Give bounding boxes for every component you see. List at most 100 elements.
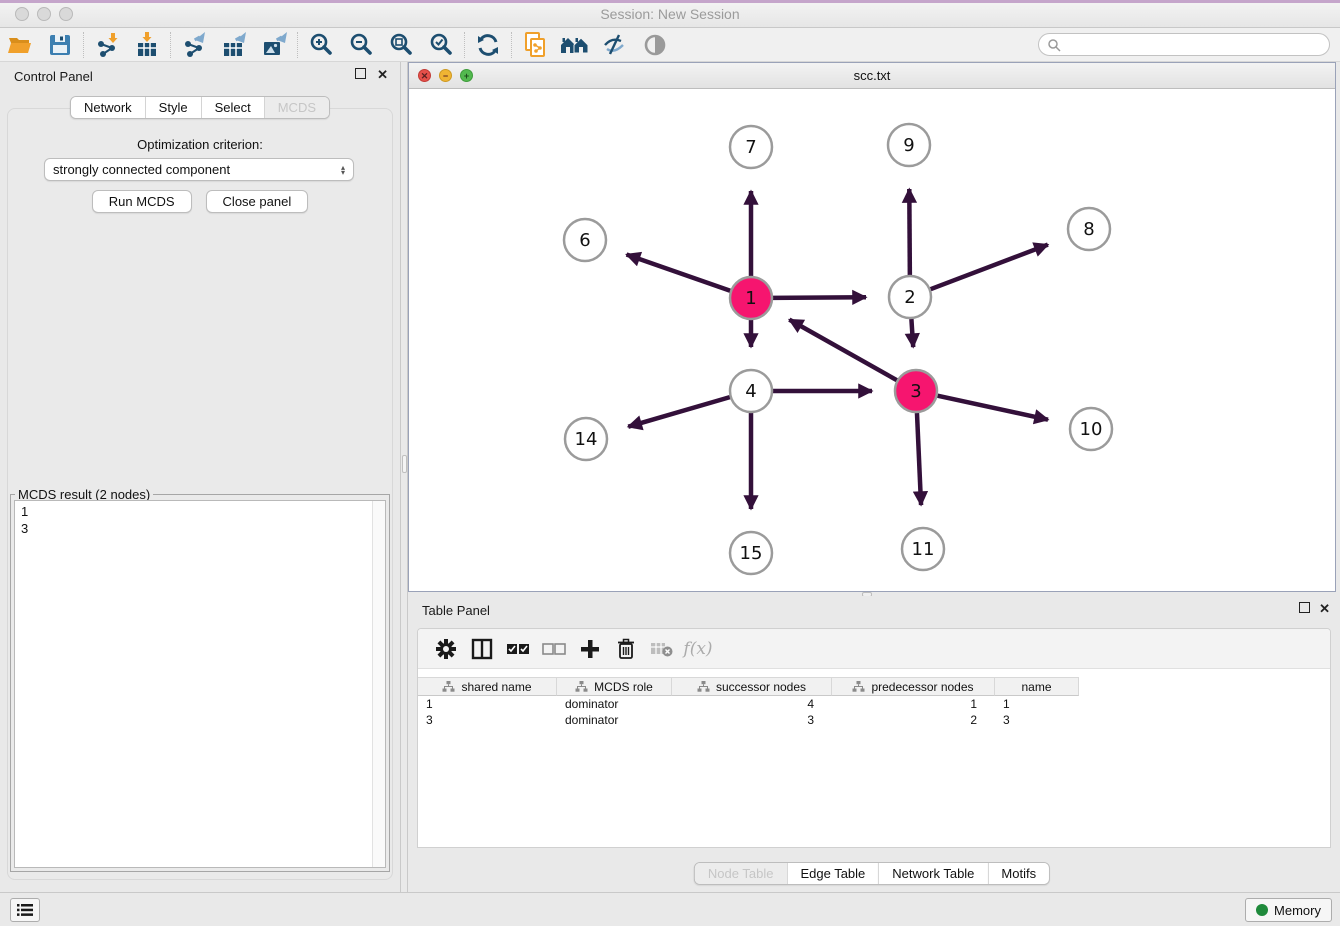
- column-header-name[interactable]: name: [995, 677, 1079, 696]
- column-header-MCDS-role[interactable]: MCDS role: [557, 677, 672, 696]
- main-toolbar: [0, 28, 1340, 62]
- hide-selected-icon[interactable]: [595, 30, 635, 60]
- import-network-icon[interactable]: [87, 30, 127, 60]
- cell-predecessor-nodes[interactable]: 2: [832, 712, 995, 728]
- graph-edge-2-9[interactable]: [909, 189, 910, 275]
- column-header-label: predecessor nodes: [871, 680, 973, 694]
- search-input[interactable]: [1066, 38, 1329, 52]
- add-column-icon[interactable]: [572, 634, 608, 664]
- delete-table-icon[interactable]: [644, 634, 680, 664]
- column-type-icon: [697, 680, 710, 693]
- tab-network[interactable]: Network: [71, 97, 145, 118]
- mcds-result-group: MCDS result (2 nodes) 13: [10, 494, 390, 872]
- tab-edge-table[interactable]: Edge Table: [786, 863, 878, 884]
- graph-node-14[interactable]: 14: [565, 418, 607, 460]
- graph-edge-3-11[interactable]: [917, 413, 921, 505]
- graph-node-11[interactable]: 11: [902, 528, 944, 570]
- select-all-icon[interactable]: [500, 634, 536, 664]
- column-header-shared-name[interactable]: shared name: [418, 677, 557, 696]
- graph-node-3[interactable]: 3: [895, 370, 937, 412]
- mcds-result-textarea[interactable]: 13: [14, 500, 386, 868]
- table-panel-tabs: Node TableEdge TableNetwork TableMotifs: [694, 862, 1050, 885]
- zoom-fit-icon[interactable]: [381, 30, 421, 60]
- cell-predecessor-nodes[interactable]: 1: [832, 696, 995, 712]
- deselect-all-icon[interactable]: [536, 634, 572, 664]
- result-scrollbar[interactable]: [372, 501, 385, 867]
- graph-node-6[interactable]: 6: [564, 219, 606, 261]
- graph-node-7[interactable]: 7: [730, 126, 772, 168]
- control-panel-title: Control Panel: [14, 69, 93, 84]
- export-network-icon[interactable]: [174, 30, 214, 60]
- import-table-icon[interactable]: [127, 30, 167, 60]
- graph-edge-1-6[interactable]: [627, 255, 731, 291]
- graph-edge-3-10[interactable]: [937, 396, 1048, 420]
- node-table-container: f(x) shared nameMCDS rolesuccessor nodes…: [417, 628, 1331, 848]
- tab-style[interactable]: Style: [145, 97, 201, 118]
- task-history-button[interactable]: [10, 898, 40, 922]
- columns-icon[interactable]: [464, 634, 500, 664]
- tab-select[interactable]: Select: [201, 97, 264, 118]
- graph-edge-1-2[interactable]: [773, 297, 866, 298]
- optimization-criterion-dropdown[interactable]: strongly connected component ▴▾: [44, 158, 354, 181]
- home-icon[interactable]: [555, 30, 595, 60]
- run-mcds-button[interactable]: Run MCDS: [92, 190, 192, 213]
- column-header-successor-nodes[interactable]: successor nodes: [672, 677, 832, 696]
- memory-button[interactable]: Memory: [1245, 898, 1332, 922]
- tab-node-table[interactable]: Node Table: [695, 863, 787, 884]
- graph-node-9[interactable]: 9: [888, 124, 930, 166]
- network-graph: 7 9 6 8 1 2 4 3 14 10 15 11: [409, 89, 1335, 591]
- cell-successor-nodes[interactable]: 3: [672, 712, 832, 728]
- column-header-label: name: [1021, 680, 1051, 694]
- close-table-panel-icon[interactable]: ✕: [1319, 602, 1330, 616]
- table-row[interactable]: 3dominator323: [418, 712, 1330, 728]
- cell-successor-nodes[interactable]: 4: [672, 696, 832, 712]
- splitter-handle[interactable]: [402, 455, 407, 473]
- export-table-icon[interactable]: [214, 30, 254, 60]
- cell-name[interactable]: 3: [995, 712, 1079, 728]
- graph-edge-2-8[interactable]: [931, 245, 1048, 290]
- export-image-icon[interactable]: [254, 30, 294, 60]
- save-session-icon[interactable]: [40, 30, 80, 60]
- graph-node-8[interactable]: 8: [1068, 208, 1110, 250]
- network-window-titlebar[interactable]: ✕ − + scc.txt: [409, 63, 1335, 89]
- clone-network-icon[interactable]: [515, 30, 555, 60]
- title-bar: Session: New Session: [0, 0, 1340, 28]
- float-table-panel-icon[interactable]: [1299, 602, 1310, 616]
- zoom-selected-icon[interactable]: [421, 30, 461, 60]
- open-session-icon[interactable]: [0, 30, 40, 60]
- tab-motifs[interactable]: Motifs: [987, 863, 1049, 884]
- status-bar: Memory: [0, 892, 1340, 926]
- cell-shared-name[interactable]: 1: [418, 696, 557, 712]
- graph-node-10[interactable]: 10: [1070, 408, 1112, 450]
- graph-node-4[interactable]: 4: [730, 370, 772, 412]
- cell-name[interactable]: 1: [995, 696, 1079, 712]
- gear-icon[interactable]: [428, 634, 464, 664]
- table-row[interactable]: 1dominator411: [418, 696, 1330, 712]
- tab-mcds[interactable]: MCDS: [264, 97, 329, 118]
- apply-layout-icon[interactable]: [468, 30, 508, 60]
- close-panel-icon[interactable]: ✕: [377, 68, 388, 82]
- graph-edge-4-14[interactable]: [628, 397, 730, 427]
- graph-node-2[interactable]: 2: [889, 276, 931, 318]
- close-panel-button[interactable]: Close panel: [206, 190, 309, 213]
- graph-edge-3-1[interactable]: [789, 320, 897, 381]
- graph-edge-2-3[interactable]: [911, 319, 913, 347]
- network-canvas[interactable]: 7 9 6 8 1 2 4 3 14 10 15 11: [409, 89, 1335, 591]
- tab-network-table[interactable]: Network Table: [878, 863, 987, 884]
- zoom-in-icon[interactable]: [301, 30, 341, 60]
- cell-MCDS-role[interactable]: dominator: [557, 712, 672, 728]
- delete-icon[interactable]: [608, 634, 644, 664]
- show-all-icon[interactable]: [635, 30, 675, 60]
- cell-MCDS-role[interactable]: dominator: [557, 696, 672, 712]
- column-header-predecessor-nodes[interactable]: predecessor nodes: [832, 677, 995, 696]
- zoom-out-icon[interactable]: [341, 30, 381, 60]
- node-label: 15: [740, 543, 763, 564]
- vertical-splitter[interactable]: [400, 62, 408, 892]
- function-builder-icon[interactable]: f(x): [680, 634, 716, 664]
- search-field[interactable]: [1038, 33, 1330, 56]
- optimization-criterion-label: Optimization criterion:: [0, 137, 400, 152]
- float-panel-icon[interactable]: [355, 68, 366, 82]
- graph-node-15[interactable]: 15: [730, 532, 772, 574]
- cell-shared-name[interactable]: 3: [418, 712, 557, 728]
- graph-node-1[interactable]: 1: [730, 277, 772, 319]
